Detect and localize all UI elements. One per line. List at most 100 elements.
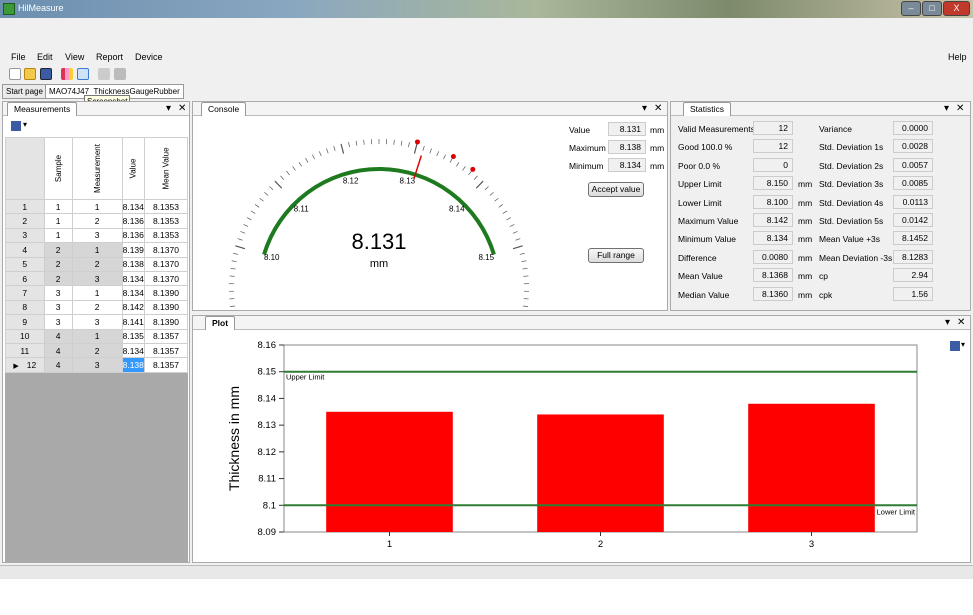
panel-menu-icon[interactable]: ▾ bbox=[642, 103, 647, 115]
table-cell[interactable]: 1 bbox=[71, 285, 123, 301]
table-cell[interactable]: 3 bbox=[71, 314, 123, 330]
table-cell[interactable]: 2 bbox=[71, 342, 123, 359]
table-cell[interactable]: 3 bbox=[43, 314, 73, 330]
table-row[interactable]: 8 3 2 8.142 8.1390 bbox=[5, 299, 189, 316]
table-cell[interactable]: 8.1357 bbox=[143, 357, 189, 373]
plot-tab[interactable]: Plot bbox=[205, 316, 236, 330]
table-cell[interactable]: 8.1370 bbox=[143, 270, 189, 287]
menu-view[interactable]: View bbox=[65, 52, 84, 62]
panel-menu-icon[interactable]: ▾ bbox=[945, 317, 950, 329]
table-cell[interactable]: 8.138 bbox=[121, 256, 145, 272]
table-row[interactable]: 11 4 2 8.134 8.1357 bbox=[5, 342, 189, 359]
close-button[interactable]: X bbox=[943, 1, 970, 16]
panel-close-icon[interactable]: ✕ bbox=[654, 103, 662, 115]
row-header[interactable]: 7 bbox=[5, 285, 45, 301]
row-header[interactable]: 10 bbox=[5, 328, 45, 344]
table-cell[interactable]: 4 bbox=[43, 342, 73, 359]
table-cell[interactable]: 1 bbox=[71, 198, 123, 215]
measurements-tab[interactable]: Measurements bbox=[7, 102, 78, 116]
table-cell[interactable]: 8.1370 bbox=[143, 256, 189, 272]
new-icon[interactable] bbox=[9, 68, 21, 80]
col-mean-value[interactable]: Mean Value bbox=[143, 137, 189, 200]
table-cell[interactable]: 8.1390 bbox=[143, 314, 189, 330]
menu-report[interactable]: Report bbox=[96, 52, 123, 62]
table-cell[interactable]: 8.1353 bbox=[143, 198, 189, 215]
stat-value[interactable]: 8.150 bbox=[753, 176, 793, 191]
row-header[interactable]: ▶ 12 bbox=[5, 357, 45, 373]
table-cell[interactable]: 8.134 bbox=[121, 198, 145, 215]
panel-close-icon[interactable]: ✕ bbox=[178, 103, 186, 115]
table-cell[interactable]: 4 bbox=[43, 328, 73, 344]
table-cell[interactable]: 8.134 bbox=[121, 285, 145, 301]
maximize-button[interactable]: □ bbox=[922, 1, 942, 16]
row-header[interactable]: 8 bbox=[5, 299, 45, 316]
device-icon[interactable] bbox=[114, 68, 126, 80]
table-cell[interactable]: 8.1390 bbox=[143, 285, 189, 301]
table-row[interactable]: 4 2 1 8.139 8.1370 bbox=[5, 242, 189, 258]
panel-close-icon[interactable]: ✕ bbox=[956, 103, 964, 115]
table-cell[interactable]: 3 bbox=[71, 357, 123, 373]
row-header[interactable]: 2 bbox=[5, 213, 45, 229]
dropdown-arrow-icon[interactable]: ▾ bbox=[961, 340, 965, 349]
statistics-tab[interactable]: Statistics bbox=[683, 102, 732, 116]
row-header[interactable]: 1 bbox=[5, 198, 45, 215]
table-cell[interactable]: 8.134 bbox=[121, 270, 145, 287]
table-row[interactable]: 2 1 2 8.136 8.1353 bbox=[5, 213, 189, 229]
table-row[interactable]: 10 4 1 8.135 8.1357 bbox=[5, 328, 189, 344]
row-header[interactable]: 5 bbox=[5, 256, 45, 272]
row-header[interactable]: 3 bbox=[5, 227, 45, 244]
panel-menu-icon[interactable]: ▾ bbox=[166, 103, 171, 115]
table-cell[interactable]: 8.1353 bbox=[143, 227, 189, 244]
table-cell[interactable]: 8.138 bbox=[121, 357, 145, 373]
table-cell[interactable]: 3 bbox=[43, 285, 73, 301]
table-cell[interactable]: 4 bbox=[43, 357, 73, 373]
table-row[interactable]: ▶ 12 4 3 8.138 8.1357 bbox=[5, 357, 189, 373]
table-cell[interactable]: 8.1370 bbox=[143, 242, 189, 258]
table-cell[interactable]: 8.135 bbox=[121, 328, 145, 344]
table-cell[interactable]: 1 bbox=[71, 242, 123, 258]
menu-device[interactable]: Device bbox=[135, 52, 163, 62]
bar[interactable] bbox=[326, 411, 453, 532]
table-row[interactable]: 3 1 3 8.136 8.1353 bbox=[5, 227, 189, 244]
table-cell[interactable]: 8.136 bbox=[121, 213, 145, 229]
table-row[interactable]: 1 1 1 8.134 8.1353 bbox=[5, 198, 189, 215]
table-cell[interactable]: 8.141 bbox=[121, 314, 145, 330]
save-icon[interactable] bbox=[950, 341, 960, 351]
table-cell[interactable]: 2 bbox=[43, 256, 73, 272]
table-cell[interactable]: 8.139 bbox=[121, 242, 145, 258]
table-cell[interactable]: 8.1357 bbox=[143, 328, 189, 344]
stat-value[interactable]: 8.100 bbox=[753, 194, 793, 209]
bar[interactable] bbox=[537, 414, 664, 532]
table-cell[interactable]: 8.134 bbox=[121, 342, 145, 359]
minimize-button[interactable]: – bbox=[901, 1, 921, 16]
report-icon[interactable] bbox=[61, 68, 73, 80]
accept-value-button[interactable]: Accept value bbox=[588, 182, 644, 197]
save-icon[interactable] bbox=[40, 68, 52, 80]
row-header[interactable]: 11 bbox=[5, 342, 45, 359]
save-icon[interactable] bbox=[11, 121, 21, 131]
menu-file[interactable]: File bbox=[11, 52, 26, 62]
table-row[interactable]: 5 2 2 8.138 8.1370 bbox=[5, 256, 189, 272]
panel-close-icon[interactable]: ✕ bbox=[957, 317, 965, 329]
table-cell[interactable]: 8.142 bbox=[121, 299, 145, 316]
screenshot-icon[interactable] bbox=[77, 68, 89, 80]
row-header[interactable]: 9 bbox=[5, 314, 45, 330]
menu-edit[interactable]: Edit bbox=[37, 52, 53, 62]
binoculars-icon[interactable] bbox=[98, 68, 110, 80]
tab-start-page[interactable]: Start page bbox=[2, 84, 47, 99]
table-cell[interactable]: 1 bbox=[43, 213, 73, 229]
table-cell[interactable]: 2 bbox=[71, 213, 123, 229]
col-measurement[interactable]: Measurement bbox=[71, 137, 123, 200]
table-cell[interactable]: 1 bbox=[71, 328, 123, 344]
table-cell[interactable]: 8.1357 bbox=[143, 342, 189, 359]
table-cell[interactable]: 8.136 bbox=[121, 227, 145, 244]
row-header[interactable]: 4 bbox=[5, 242, 45, 258]
table-cell[interactable]: 8.1390 bbox=[143, 299, 189, 316]
table-cell[interactable]: 1 bbox=[43, 227, 73, 244]
table-row[interactable]: 9 3 3 8.141 8.1390 bbox=[5, 314, 189, 330]
table-cell[interactable]: 3 bbox=[71, 270, 123, 287]
table-cell[interactable]: 2 bbox=[43, 242, 73, 258]
console-tab[interactable]: Console bbox=[201, 102, 247, 116]
col-value[interactable]: Value bbox=[121, 137, 145, 200]
table-cell[interactable]: 1 bbox=[43, 198, 73, 215]
